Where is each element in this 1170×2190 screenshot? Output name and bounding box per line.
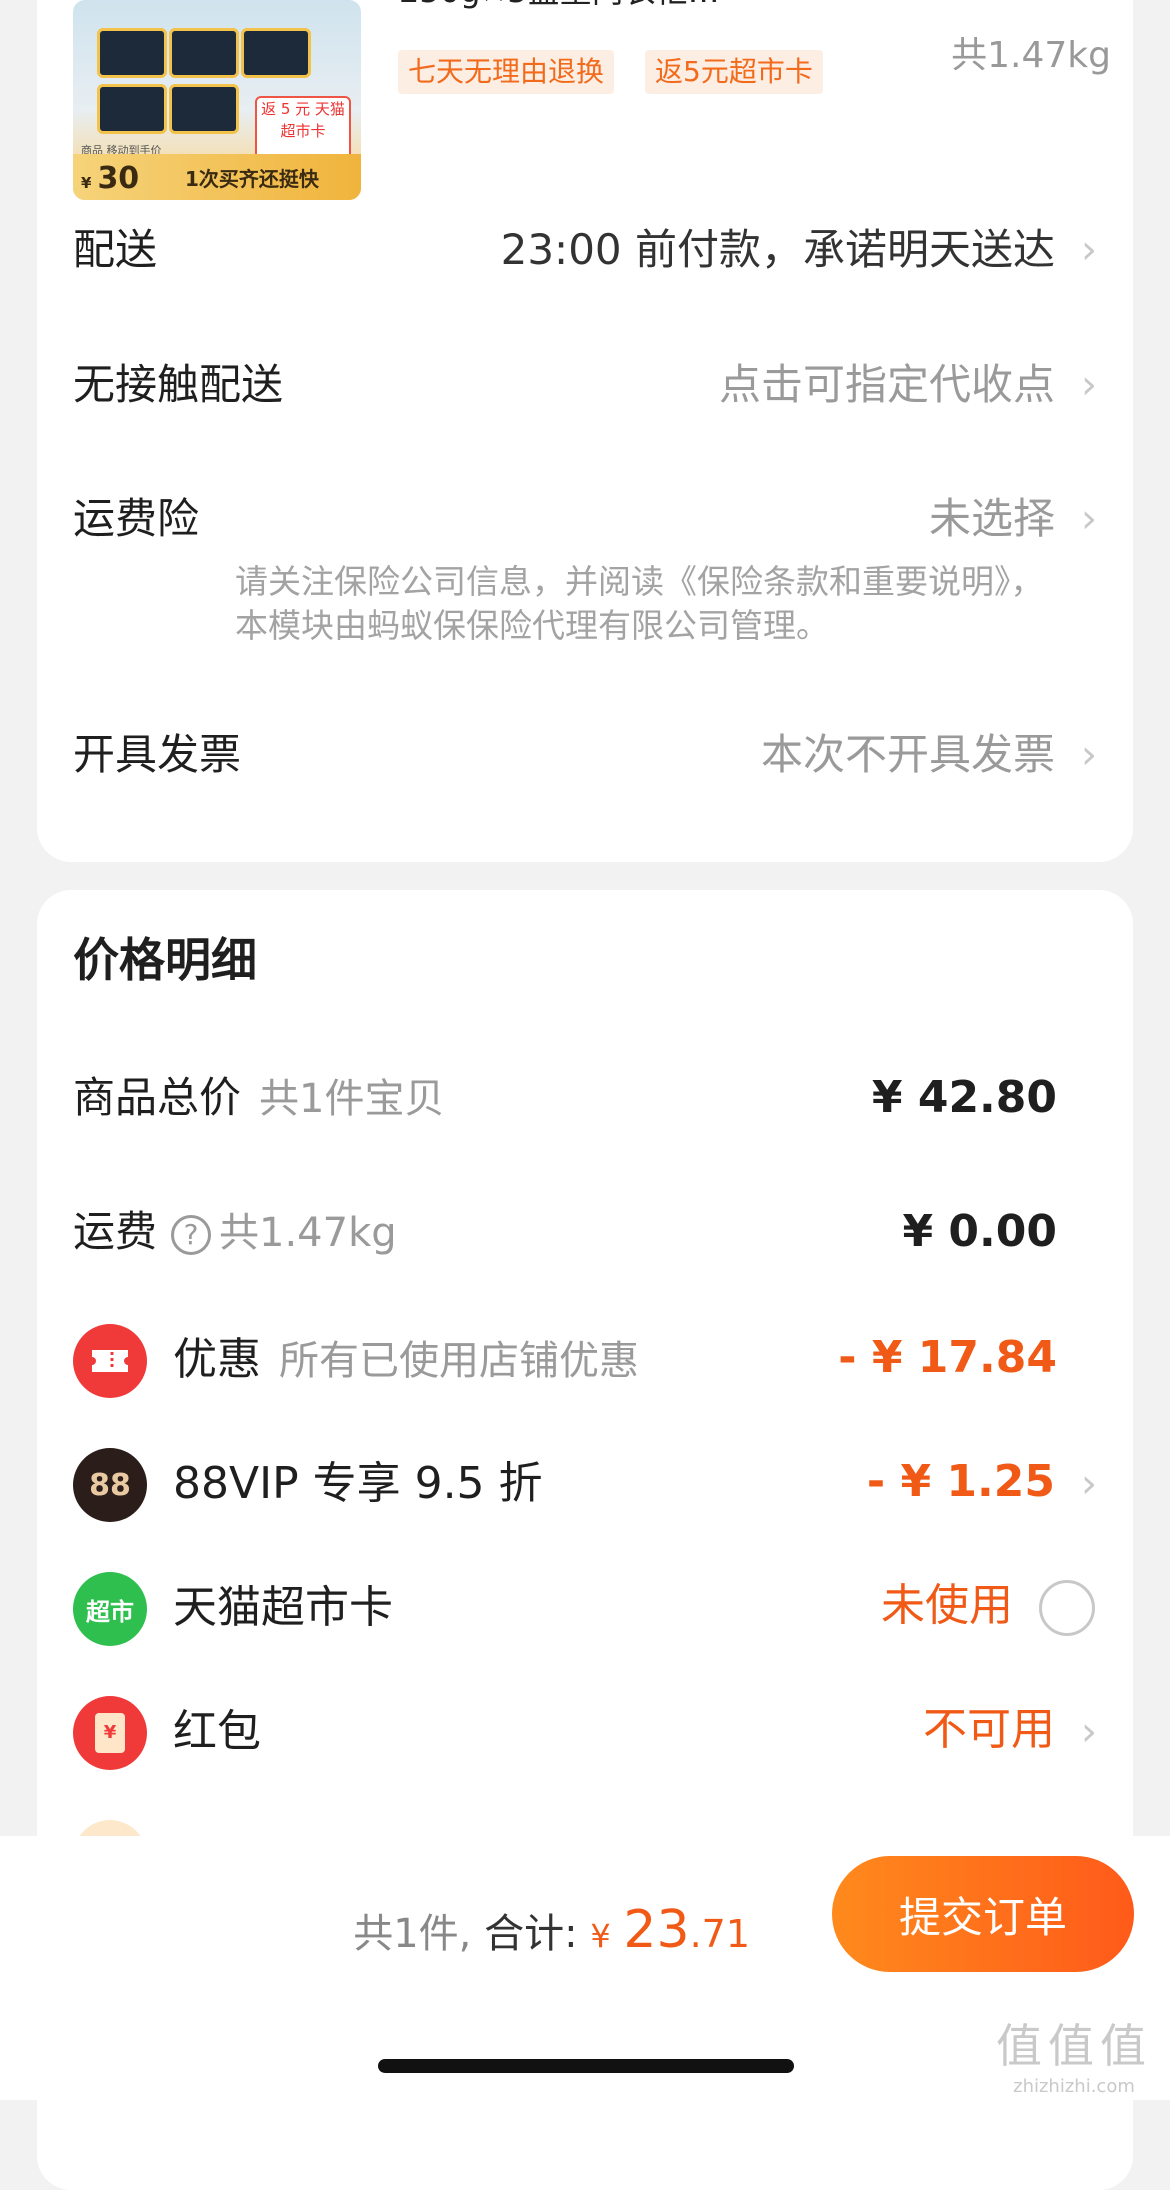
discount-row: 优惠 所有已使用店铺优惠 - ¥ 17.84 — [73, 1318, 1097, 1402]
watermark-url: zhizhizhi.com — [1013, 2076, 1135, 2097]
product-image-slogan: 1次买齐还挺快 — [185, 167, 319, 191]
delivery-value: 23:00 前付款，承诺明天送达 — [500, 225, 1055, 274]
total-currency: ¥ — [590, 1917, 611, 1955]
return-policy-tag: 七天无理由退换 — [398, 50, 615, 94]
watermark: 值值值 zhizhizhi.com — [996, 2010, 1152, 2097]
88vip-badge-icon: 88 — [73, 1448, 147, 1522]
goods-total-amount: ¥ 42.80 — [871, 1072, 1057, 1123]
red-packet-status: 不可用 — [923, 1704, 1055, 1755]
vip-discount-amount: - ¥ 1.25 — [866, 1456, 1055, 1507]
product-box-graphic — [97, 28, 167, 78]
product-box-graphic — [241, 28, 311, 78]
product-box-graphic — [169, 84, 239, 134]
product-box-graphic — [97, 84, 167, 134]
freight-insurance-note: 请关注保险公司信息，并阅读《保险条款和重要说明》，本模块由蚂蚁保保险代理有限公司… — [235, 562, 1044, 645]
submit-order-button[interactable]: 提交订单 — [832, 1856, 1134, 1972]
contactless-delivery-label: 无接触配送 — [73, 360, 284, 409]
shipping-fee-label: 运费? 共1.47kg — [73, 1192, 397, 1273]
chevron-right-icon: › — [1081, 1709, 1097, 1755]
shipping-fee-label-text: 运费 — [73, 1207, 158, 1256]
chevron-right-icon: › — [1081, 227, 1097, 273]
goods-count: 共1件宝贝 — [259, 1076, 445, 1122]
product-weight: 共1.47kg — [951, 35, 1111, 76]
tmall-card-row[interactable]: 超市 天猫超市卡 未使用 — [73, 1566, 1097, 1650]
question-circle-icon[interactable]: ? — [171, 1214, 212, 1255]
checkout-bar: 共1件, 合计: ¥ 23.71 提交订单 值值值 zhizhizhi.com — [0, 1836, 1170, 2100]
chevron-right-icon: › — [1081, 496, 1097, 542]
invoice-value: 本次不开具发票 — [760, 730, 1055, 779]
invoice-label: 开具发票 — [73, 730, 242, 779]
tmall-card-status: 未使用 — [881, 1580, 1013, 1631]
vip-discount-label: 88VIP 专享 9.5 折 — [173, 1458, 543, 1509]
ticket-icon — [73, 1324, 147, 1398]
order-total: 共1件, 合计: ¥ 23.71 — [353, 1900, 750, 1960]
product-title[interactable]: 250g×5盒室内衣柜… — [399, 0, 720, 12]
supermarket-card-tag: 返5元超市卡 — [645, 50, 823, 94]
tmall-supermarket-icon: 超市 — [73, 1572, 147, 1646]
freight-insurance-label: 运费险 — [73, 494, 200, 543]
discount-amount: - ¥ 17.84 — [838, 1332, 1057, 1383]
red-packet-icon: ¥ — [73, 1696, 147, 1770]
vip-discount-row[interactable]: 88 88VIP 专享 9.5 折 - ¥ 1.25 › — [73, 1442, 1097, 1526]
total-amount-decimal: .71 — [689, 1912, 750, 1956]
delivery-row[interactable]: 配送 23:00 前付款，承诺明天送达 › — [73, 210, 1097, 290]
shipping-fee-row: 运费? 共1.47kg ¥ 0.00 — [73, 1192, 1097, 1272]
product-image[interactable]: 返 5 元 天猫超市卡 商品 移动到手价 ¥30 1次买齐还挺快 — [73, 0, 361, 200]
freight-insurance-value: 未选择 — [928, 494, 1055, 543]
invoice-row[interactable]: 开具发票 本次不开具发票 › — [73, 715, 1097, 795]
shipping-weight: 共1.47kg — [219, 1210, 397, 1256]
discount-label-text: 优惠 — [173, 1334, 261, 1385]
freight-insurance-row[interactable]: 运费险 未选择 › — [73, 479, 1097, 559]
chevron-right-icon: › — [1081, 362, 1097, 408]
tmall-card-label: 天猫超市卡 — [173, 1582, 393, 1633]
tmall-card-radio[interactable] — [1039, 1580, 1095, 1636]
goods-total-row: 商品总价 共1件宝贝 ¥ 42.80 — [73, 1058, 1097, 1138]
product-image-price-symbol: ¥ — [81, 174, 92, 192]
red-packet-symbol: ¥ — [95, 1713, 125, 1753]
product-image-price-value: 30 — [97, 161, 140, 196]
product-box-graphic — [169, 28, 239, 78]
chevron-right-icon: › — [1081, 732, 1097, 778]
discount-sub: 所有已使用店铺优惠 — [279, 1338, 639, 1384]
total-amount-integer: 23 — [623, 1900, 690, 1960]
shipping-fee-amount: ¥ 0.00 — [902, 1206, 1058, 1257]
order-options-card: 返 5 元 天猫超市卡 商品 移动到手价 ¥30 1次买齐还挺快 250g×5盒… — [37, 0, 1133, 862]
red-packet-row[interactable]: ¥ 红包 不可用 › — [73, 1690, 1097, 1774]
total-label: 合计: — [484, 1911, 578, 1957]
item-count: 共1件, — [353, 1911, 472, 1957]
contactless-delivery-row[interactable]: 无接触配送 点击可指定代收点 › — [73, 345, 1097, 425]
price-detail-title: 价格明细 — [73, 933, 257, 987]
red-packet-label: 红包 — [173, 1706, 261, 1757]
goods-total-label-text: 商品总价 — [73, 1073, 242, 1122]
chevron-right-icon: › — [1081, 1461, 1097, 1507]
contactless-delivery-value: 点击可指定代收点 — [718, 360, 1055, 409]
watermark-logo: 值值值 — [996, 2019, 1152, 2073]
discount-label: 优惠 所有已使用店铺优惠 — [173, 1318, 639, 1403]
delivery-label: 配送 — [73, 225, 158, 274]
goods-total-label: 商品总价 共1件宝贝 — [73, 1058, 444, 1139]
home-indicator[interactable] — [378, 2059, 794, 2073]
product-image-price: ¥30 — [81, 161, 139, 196]
